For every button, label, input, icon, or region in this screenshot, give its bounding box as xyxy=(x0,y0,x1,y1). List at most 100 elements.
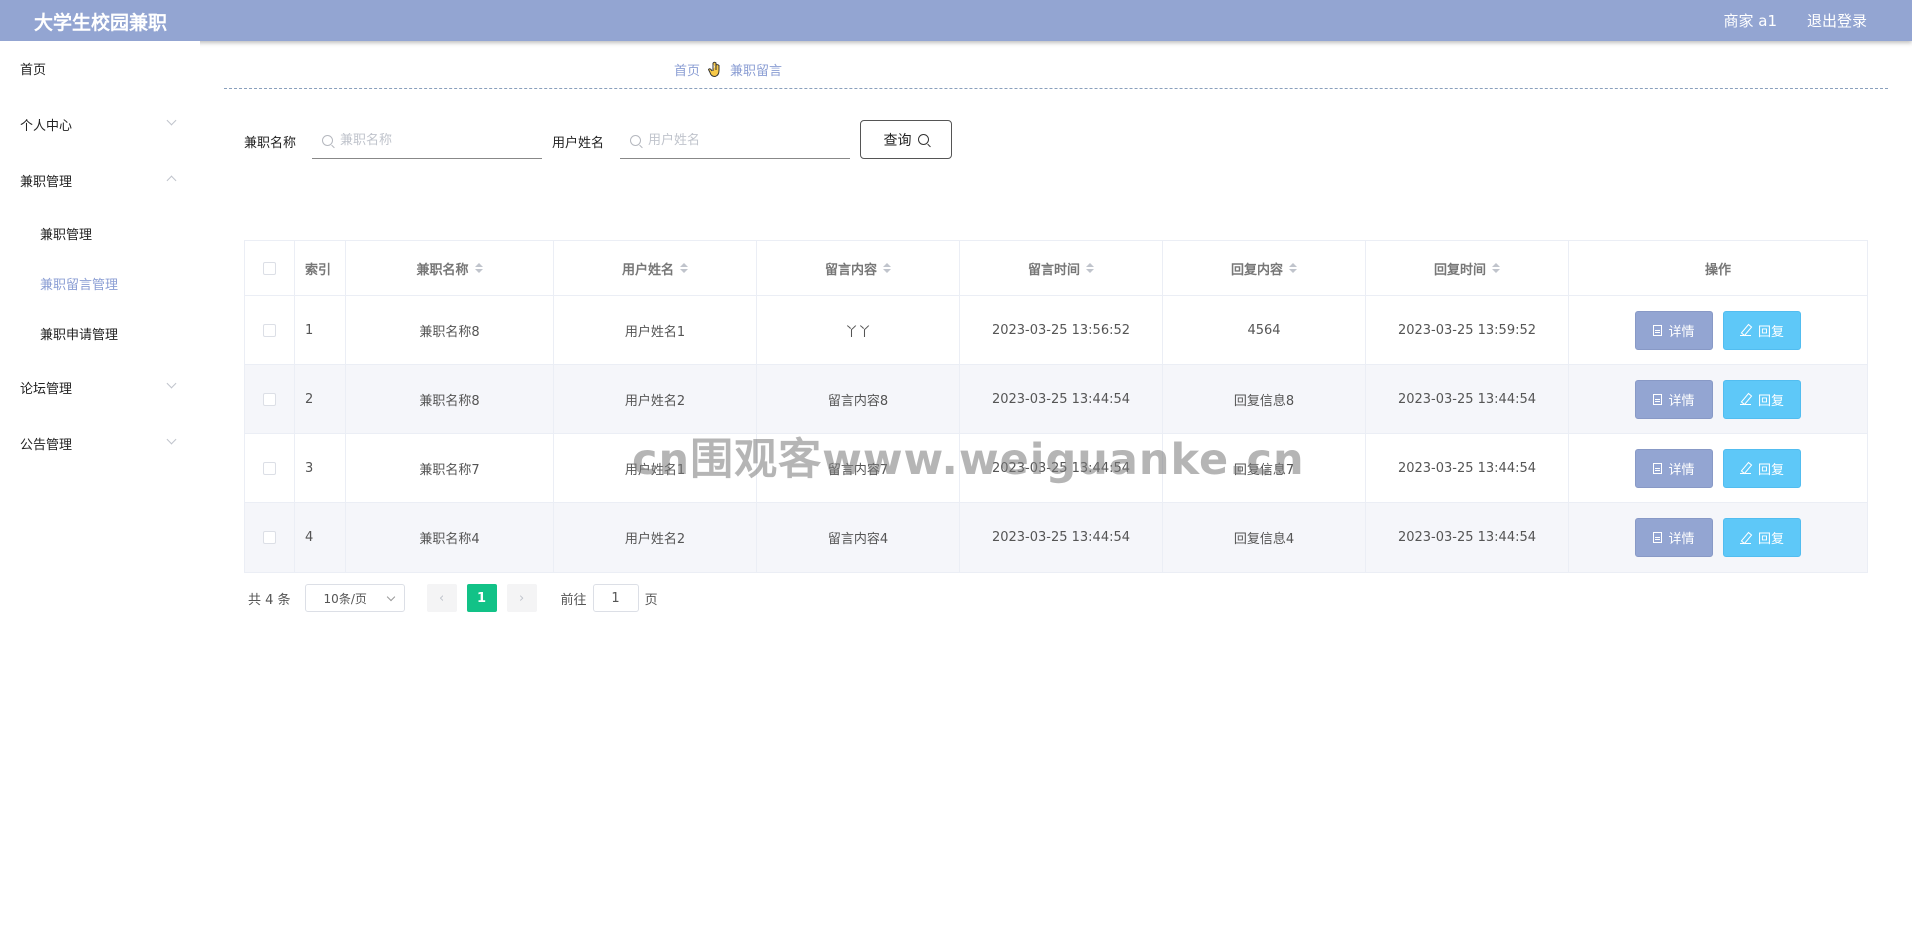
goto-suffix: 页 xyxy=(644,592,658,608)
table-header: 索引 兼职名称 用户姓名 留言内容 留言时间 回复内容 回复时间 操作 xyxy=(245,241,1867,296)
select-all-checkbox[interactable] xyxy=(263,261,276,275)
column-header[interactable]: 留言内容 xyxy=(757,241,960,295)
reply-button[interactable]: 回复 xyxy=(1723,310,1801,350)
query-button[interactable]: 查询 xyxy=(860,120,952,159)
column-header: 索引 xyxy=(295,241,346,295)
table-row: 3 兼职名称7 用户姓名1 留言内容7 2023-03-25 13:44:54 … xyxy=(245,434,1867,503)
next-page-button[interactable]: › xyxy=(506,584,537,612)
column-header[interactable]: 留言时间 xyxy=(960,241,1163,295)
edit-icon xyxy=(1739,462,1752,474)
page-size-select[interactable]: 10条/页 xyxy=(304,584,405,612)
row-actions: 详情 回复 xyxy=(1569,434,1867,502)
sort-icon[interactable] xyxy=(1492,263,1500,273)
sort-icon[interactable] xyxy=(883,263,891,273)
message-time-cell: 2023-03-25 13:44:54 xyxy=(960,434,1163,502)
row-actions: 详情 回复 xyxy=(1569,296,1867,364)
user-name-cell: 用户姓名1 xyxy=(554,296,757,364)
breadcrumb: 首页 兼职留言 xyxy=(674,60,782,79)
reply-label: 回复 xyxy=(1757,324,1784,340)
column-header-label: 用户姓名 xyxy=(621,262,674,278)
column-header[interactable]: 回复内容 xyxy=(1163,241,1366,295)
sidebar-subitem-job-applications[interactable]: 兼职申请管理 xyxy=(40,324,118,343)
reply-time-cell: 2023-03-25 13:44:54 xyxy=(1366,503,1569,572)
sidebar-subitem-jobs[interactable]: 兼职管理 xyxy=(40,224,92,243)
chevron-down-icon xyxy=(386,592,395,602)
breadcrumb-divider xyxy=(224,88,1888,89)
row-actions: 详情 回复 xyxy=(1569,365,1867,433)
query-label: 查询 xyxy=(883,132,912,149)
sort-icon[interactable] xyxy=(1289,263,1297,273)
job-name-cell: 兼职名称8 xyxy=(346,365,554,433)
reply-label: 回复 xyxy=(1757,462,1784,478)
pagination: 共 4 条 10条/页 ‹ 1 › 前往 页 xyxy=(248,584,658,612)
column-header[interactable]: 回复时间 xyxy=(1366,241,1569,295)
sidebar-item-home[interactable]: 首页 xyxy=(20,59,46,78)
breadcrumb-home[interactable]: 首页 xyxy=(674,60,700,79)
column-header-label: 留言内容 xyxy=(824,262,877,278)
logout-link[interactable]: 退出登录 xyxy=(1807,10,1867,31)
column-header[interactable]: 兼职名称 xyxy=(346,241,554,295)
sidebar-item-profile[interactable]: 个人中心 xyxy=(20,115,72,134)
column-header-label: 兼职名称 xyxy=(416,262,469,278)
reply-button[interactable]: 回复 xyxy=(1723,448,1801,488)
hand-icon xyxy=(708,61,720,78)
prev-page-button[interactable]: ‹ xyxy=(426,584,457,612)
search-icon xyxy=(322,134,333,146)
chevron-up-icon xyxy=(166,175,177,186)
search-icon xyxy=(917,134,929,145)
job-name-input[interactable] xyxy=(340,132,520,148)
user-name-label: 用户姓名 xyxy=(552,136,605,151)
job-name-label: 兼职名称 xyxy=(244,136,297,151)
reply-label: 回复 xyxy=(1757,393,1784,409)
reply-time-cell: 2023-03-25 13:44:54 xyxy=(1366,434,1569,502)
detail-button[interactable]: 详情 xyxy=(1635,448,1713,488)
column-header[interactable]: 用户姓名 xyxy=(554,241,757,295)
message-cell: 留言内容7 xyxy=(757,434,960,502)
reply-button[interactable]: 回复 xyxy=(1723,379,1801,419)
job-name-cell: 兼职名称7 xyxy=(346,434,554,502)
message-cell: 留言内容8 xyxy=(757,365,960,433)
goto-page-input[interactable] xyxy=(592,584,639,612)
job-name-cell: 兼职名称8 xyxy=(346,296,554,364)
job-name-cell: 兼职名称4 xyxy=(346,503,554,572)
reply-time-cell: 2023-03-25 13:44:54 xyxy=(1366,365,1569,433)
detail-button[interactable]: 详情 xyxy=(1635,310,1713,350)
page-number[interactable]: 1 xyxy=(466,584,497,612)
table-row: 1 兼职名称8 用户姓名1 丫丫 2023-03-25 13:56:52 456… xyxy=(245,296,1867,365)
row-index: 1 xyxy=(295,296,346,364)
breadcrumb-current: 兼职留言 xyxy=(730,64,783,79)
document-icon xyxy=(1653,324,1663,336)
sidebar-subitem-job-messages[interactable]: 兼职留言管理 xyxy=(40,274,118,293)
sidebar-item-notices[interactable]: 公告管理 xyxy=(20,434,72,453)
sidebar-item-forum[interactable]: 论坛管理 xyxy=(20,378,72,397)
sort-icon[interactable] xyxy=(474,263,483,273)
document-icon xyxy=(1653,393,1663,405)
message-time-cell: 2023-03-25 13:44:54 xyxy=(960,365,1163,433)
reply-label: 回复 xyxy=(1757,532,1784,547)
row-checkbox[interactable] xyxy=(263,461,276,475)
column-header-label: 回复时间 xyxy=(1433,262,1486,278)
table-row: 2 兼职名称8 用户姓名2 留言内容8 2023-03-25 13:44:54 … xyxy=(245,365,1867,434)
user-name-cell: 用户姓名1 xyxy=(554,434,757,502)
messages-table: 索引 兼职名称 用户姓名 留言内容 留言时间 回复内容 回复时间 操作 1 兼职… xyxy=(244,240,1868,573)
row-checkbox[interactable] xyxy=(263,323,276,337)
top-bar: 大学生校园兼职 商家 a1 退出登录 xyxy=(0,0,1912,41)
reply-cell: 4564 xyxy=(1163,296,1366,364)
reply-button[interactable]: 回复 xyxy=(1723,518,1801,557)
sidebar: 首页 个人中心 兼职管理 兼职管理 兼职留言管理 兼职申请管理 论坛管理 公告管… xyxy=(0,41,200,932)
row-checkbox[interactable] xyxy=(263,392,276,406)
user-name-input[interactable] xyxy=(648,132,828,148)
detail-button[interactable]: 详情 xyxy=(1635,518,1713,557)
sidebar-item-job-management[interactable]: 兼职管理 xyxy=(20,171,72,190)
column-header-label: 留言时间 xyxy=(1027,262,1080,278)
detail-button[interactable]: 详情 xyxy=(1635,379,1713,419)
edit-icon xyxy=(1739,393,1752,405)
sort-icon[interactable] xyxy=(1086,263,1094,273)
goto-page: 前往 页 xyxy=(561,584,658,612)
sort-icon[interactable] xyxy=(680,263,688,273)
page-size-value: 10条/页 xyxy=(323,591,367,606)
row-checkbox[interactable] xyxy=(263,531,276,544)
detail-label: 详情 xyxy=(1668,462,1695,478)
message-cell: 丫丫 xyxy=(757,296,960,364)
chevron-left-icon: ‹ xyxy=(438,590,445,606)
